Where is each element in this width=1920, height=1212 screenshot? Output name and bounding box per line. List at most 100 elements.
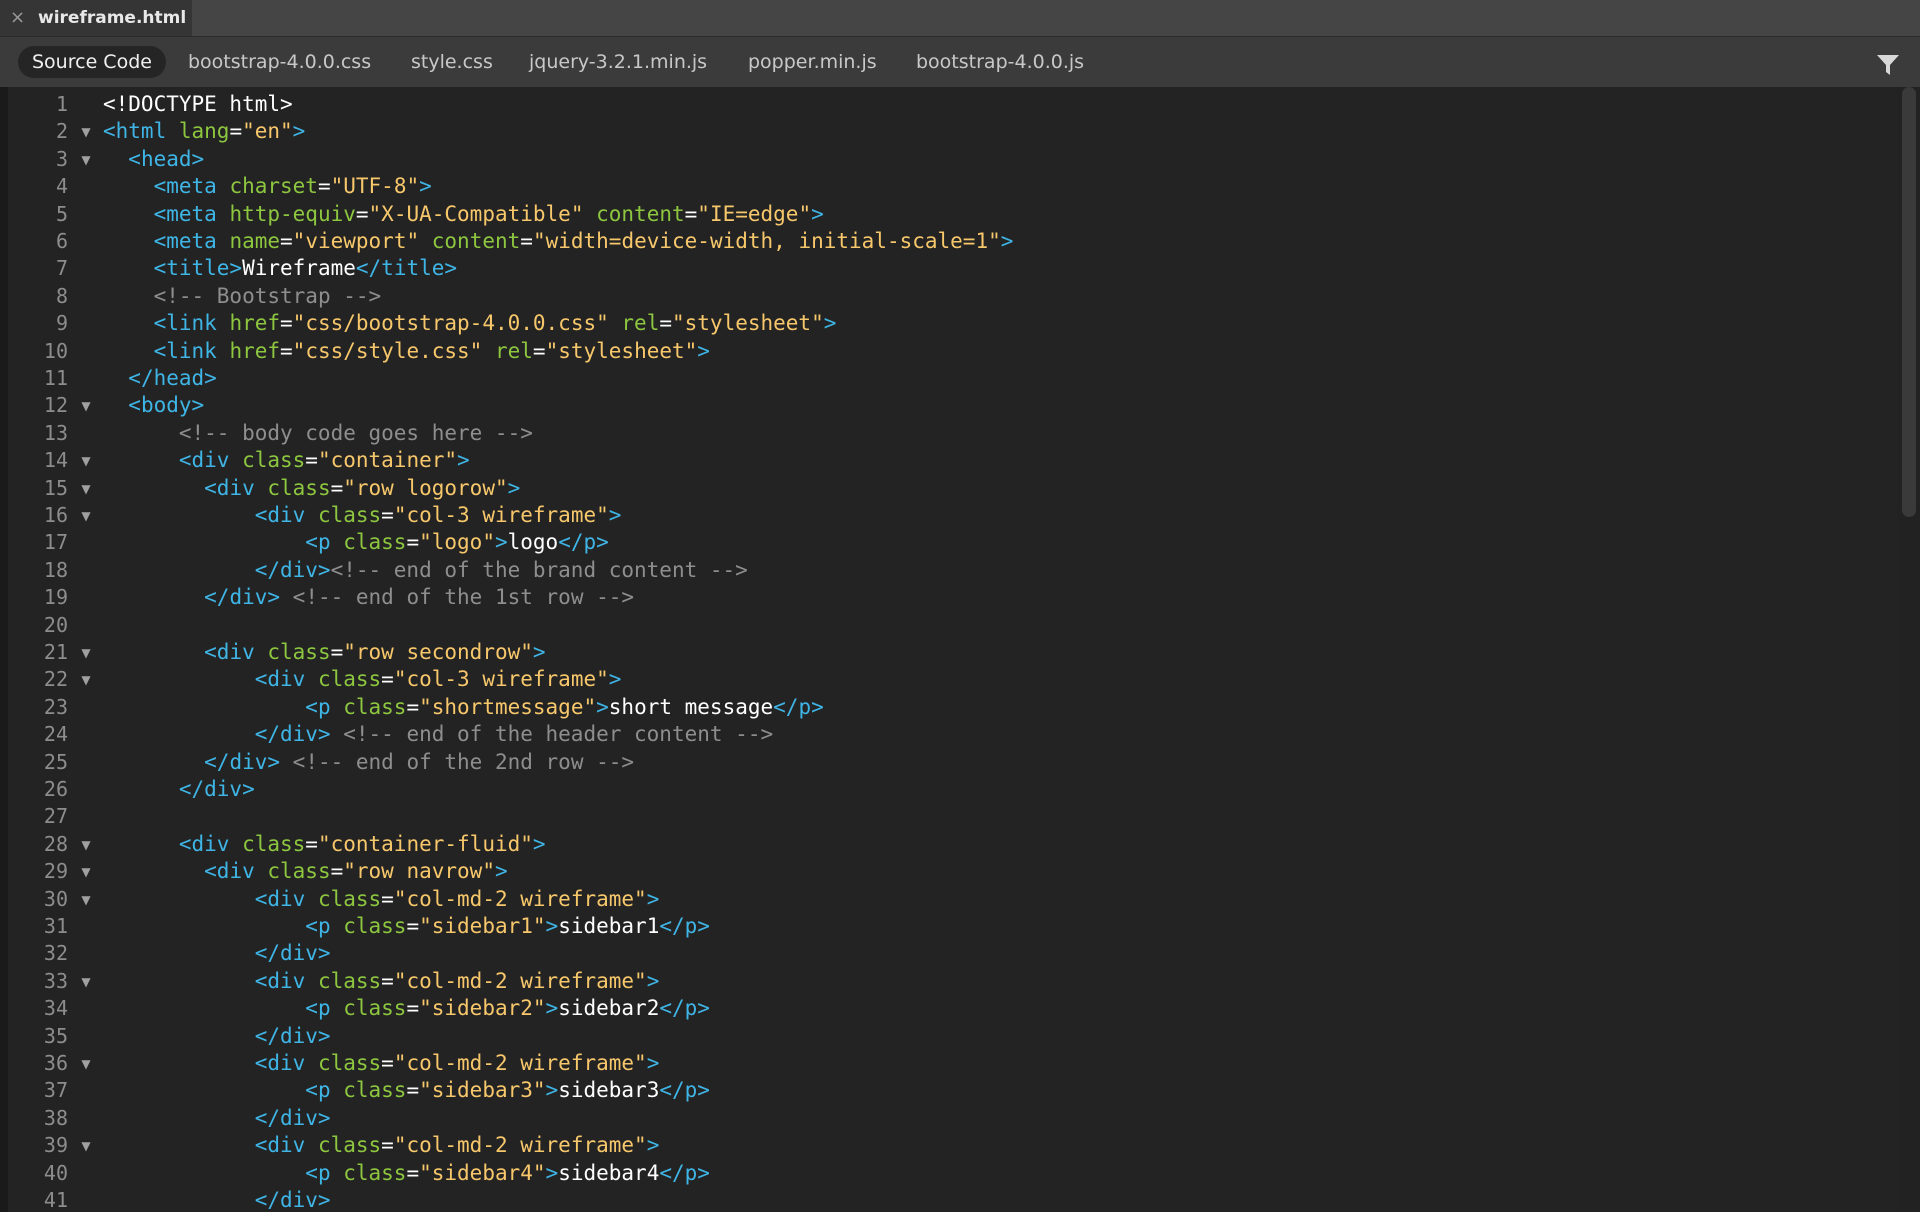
related-file-tab[interactable]: bootstrap-4.0.0.css bbox=[188, 46, 371, 78]
code-line[interactable]: <div class="col-md-2 wireframe"> bbox=[103, 886, 660, 911]
line-number: 6 bbox=[55, 229, 68, 253]
related-file-tab[interactable]: bootstrap-4.0.0.js bbox=[916, 46, 1084, 78]
related-file-tab[interactable]: style.css bbox=[411, 46, 493, 78]
line-number: 14 bbox=[43, 448, 68, 473]
code-line[interactable]: <div class="col-md-2 wireframe"> bbox=[103, 1133, 660, 1158]
code-token: "width=device-width, initial-scale=1" bbox=[532, 229, 1001, 253]
related-file-tab[interactable]: popper.min.js bbox=[748, 46, 877, 78]
code-line[interactable]: <!DOCTYPE html> bbox=[103, 92, 293, 116]
code-line[interactable]: <meta http-equiv="X-UA-Compatible" conte… bbox=[103, 202, 824, 226]
code-line[interactable]: <body> bbox=[103, 393, 204, 417]
fold-toggle-icon[interactable]: ▼ bbox=[78, 125, 94, 139]
code-line[interactable]: </div> <!-- end of the header content --… bbox=[103, 722, 773, 746]
tab-source-code[interactable]: Source Code bbox=[18, 46, 166, 78]
fold-toggle-icon[interactable]: ▼ bbox=[78, 153, 94, 167]
code-token: <p bbox=[305, 530, 344, 555]
code-token: "col-3 wireframe" bbox=[393, 667, 609, 692]
scrollbar-thumb[interactable] bbox=[1902, 87, 1916, 517]
fold-toggle-icon[interactable]: ▼ bbox=[78, 1057, 94, 1071]
fold-toggle-icon[interactable]: ▼ bbox=[78, 509, 94, 523]
code-line[interactable]: <div class="col-3 wireframe"> bbox=[103, 667, 622, 692]
code-line[interactable]: <p class="sidebar2">sidebar2</p> bbox=[103, 996, 710, 1020]
file-tab[interactable]: × wireframe.html bbox=[0, 0, 192, 36]
code-line[interactable]: <head> bbox=[103, 147, 204, 171]
code-line[interactable]: <!-- Bootstrap --> bbox=[103, 284, 382, 308]
code-token: </p> bbox=[773, 694, 824, 719]
fold-toggle-icon[interactable]: ▼ bbox=[78, 838, 94, 852]
code-line[interactable]: <meta charset="UTF-8"> bbox=[103, 174, 432, 198]
code-line[interactable]: <div class="col-3 wireframe"> bbox=[103, 503, 622, 527]
fold-toggle-icon[interactable]: ▼ bbox=[78, 1139, 94, 1153]
code-token: </div> bbox=[254, 722, 331, 747]
line-number: 22 bbox=[43, 667, 68, 692]
code-line[interactable]: <meta name="viewport" content="width=dev… bbox=[103, 229, 1014, 253]
code-line[interactable]: <title>Wireframe</title> bbox=[103, 256, 457, 280]
code-line[interactable]: <p class="logo">logo</p> bbox=[103, 530, 608, 555]
line-number: 33 bbox=[43, 968, 68, 993]
fold-toggle-icon[interactable]: ▼ bbox=[78, 646, 94, 660]
fold-toggle-icon[interactable]: ▼ bbox=[78, 482, 94, 496]
code-line[interactable]: <link href="css/bootstrap-4.0.0.css" rel… bbox=[103, 311, 837, 335]
code-token: class bbox=[343, 1160, 407, 1185]
code-line[interactable]: <div class="row secondrow"> bbox=[103, 640, 545, 664]
code-line[interactable]: </div> bbox=[103, 1106, 331, 1130]
code-line[interactable]: <div class="row logorow"> bbox=[103, 476, 520, 500]
vertical-scrollbar[interactable] bbox=[1898, 87, 1920, 1212]
code-line[interactable]: </div> <!-- end of the 1st row --> bbox=[103, 585, 634, 609]
related-file-tab[interactable]: jquery-3.2.1.min.js bbox=[529, 46, 707, 78]
fold-toggle-icon[interactable]: ▼ bbox=[78, 893, 94, 907]
code-token: content bbox=[596, 201, 685, 226]
code-token: </div> bbox=[254, 1105, 331, 1130]
code-line[interactable]: <div class="row navrow"> bbox=[103, 859, 507, 883]
filter-icon[interactable] bbox=[1876, 53, 1900, 77]
close-icon[interactable]: × bbox=[10, 0, 30, 36]
fold-toggle-icon[interactable]: ▼ bbox=[78, 454, 94, 468]
code-line[interactable]: <!-- body code goes here --> bbox=[103, 421, 533, 445]
code-line[interactable]: </div><!-- end of the brand content --> bbox=[103, 558, 748, 582]
code-line[interactable]: <p class="shortmessage">short message</p… bbox=[103, 694, 824, 719]
code-token: > bbox=[646, 886, 660, 911]
fold-toggle-icon[interactable]: ▼ bbox=[78, 975, 94, 989]
code-token: = bbox=[305, 831, 318, 856]
code-line[interactable]: </div> <!-- end of the 2nd row --> bbox=[103, 750, 634, 774]
fold-toggle-icon[interactable]: ▼ bbox=[78, 865, 94, 879]
code-token: class bbox=[343, 996, 407, 1021]
code-line[interactable]: <div class="col-md-2 wireframe"> bbox=[103, 969, 660, 993]
code-token: "logo" bbox=[419, 530, 495, 555]
code-token: > bbox=[646, 1133, 660, 1158]
line-number: 26 bbox=[43, 777, 68, 801]
code-line[interactable]: <link href="css/style.css" rel="styleshe… bbox=[103, 339, 710, 363]
code-token: </p> bbox=[659, 914, 710, 938]
code-token: "sidebar2" bbox=[419, 996, 546, 1021]
code-line[interactable]: </div> bbox=[103, 1188, 331, 1212]
code-line[interactable]: <p class="sidebar1">sidebar1</p> bbox=[103, 914, 710, 938]
code-token: > bbox=[646, 1051, 660, 1075]
code-token: = bbox=[381, 1051, 394, 1075]
code-line[interactable]: <div class="container-fluid"> bbox=[103, 832, 546, 856]
code-token: </div> bbox=[254, 941, 331, 966]
code-line[interactable]: <html lang="en"> bbox=[103, 119, 305, 143]
code-line[interactable]: <div class="col-md-2 wireframe"> bbox=[103, 1051, 660, 1075]
code-line[interactable]: </div> bbox=[103, 1024, 331, 1048]
code-line[interactable]: </div> bbox=[103, 777, 255, 801]
fold-toggle-icon[interactable]: ▼ bbox=[78, 673, 94, 687]
code-line[interactable]: </head> bbox=[103, 366, 217, 390]
code-token: "sidebar4" bbox=[419, 1160, 546, 1185]
fold-toggle-icon[interactable]: ▼ bbox=[78, 399, 94, 413]
line-number: 25 bbox=[43, 749, 68, 774]
code-editor[interactable]: 1 <!DOCTYPE html> 2 ▼ <html lang="en"> 3 ▼ <he… bbox=[8, 87, 1908, 1212]
code-token: "col-3 wireframe" bbox=[393, 503, 609, 527]
code-line[interactable]: <div class="container"> bbox=[103, 448, 470, 472]
code-token: </p> bbox=[659, 1078, 710, 1103]
code-line[interactable]: <p class="sidebar3">sidebar3</p> bbox=[103, 1078, 710, 1102]
code-token: sidebar1 bbox=[558, 914, 660, 938]
code-line[interactable]: <p class="sidebar4">sidebar4</p> bbox=[103, 1161, 710, 1185]
code-token: > bbox=[494, 530, 508, 555]
code-line[interactable]: </div> bbox=[103, 941, 331, 965]
